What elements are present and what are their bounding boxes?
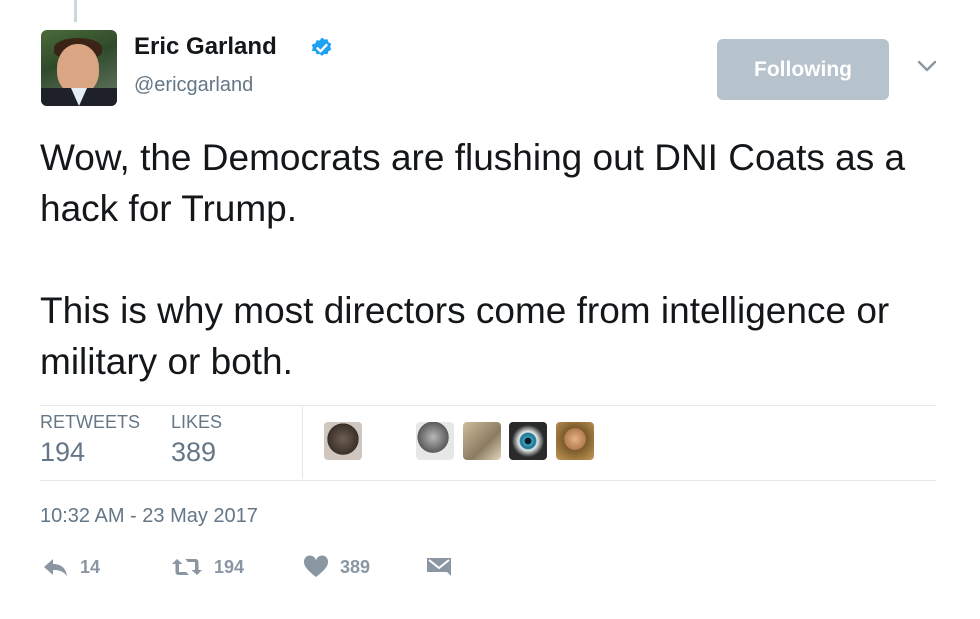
reply-icon (44, 559, 67, 576)
likes-count[interactable]: 389 (171, 437, 216, 468)
direct-message-action[interactable] (425, 555, 453, 581)
likes-label[interactable]: LIKES (171, 412, 222, 433)
verified-badge-icon (311, 37, 332, 56)
avatar-face (57, 44, 99, 94)
tweet-paragraph: This is why most directors come from int… (40, 290, 890, 382)
liker-avatar[interactable] (416, 422, 454, 460)
author-handle[interactable]: @ericgarland (134, 74, 253, 97)
retweet-icon (172, 559, 202, 575)
retweet-count: 194 (214, 556, 245, 577)
reply-count: 14 (80, 556, 101, 577)
retweets-count[interactable]: 194 (40, 437, 85, 468)
tweet-timestamp[interactable]: 10:32 AM - 23 May 2017 (40, 505, 258, 528)
tweet-paragraph: Wow, the Democrats are flushing out DNI … (40, 137, 906, 229)
heart-icon (303, 555, 329, 577)
like-action[interactable]: 389 (302, 555, 370, 579)
divider (40, 480, 936, 481)
stats-divider (302, 406, 303, 479)
tweet-text: Wow, the Democrats are flushing out DNI … (40, 132, 940, 387)
like-count: 389 (340, 556, 371, 577)
retweet-action[interactable]: 194 (170, 555, 244, 579)
liker-avatar[interactable] (324, 422, 362, 460)
liker-avatar[interactable] (509, 422, 547, 460)
retweets-label[interactable]: RETWEETS (40, 412, 140, 433)
direct-message-icon (427, 558, 451, 576)
chevron-down-icon[interactable] (915, 56, 939, 76)
following-button[interactable]: Following (717, 39, 889, 100)
liker-avatar[interactable] (556, 422, 594, 460)
divider (40, 405, 936, 406)
thread-line (74, 0, 77, 22)
liker-avatar[interactable] (463, 422, 501, 460)
author-avatar[interactable] (41, 30, 117, 106)
reply-action[interactable]: 14 (42, 555, 100, 579)
author-name[interactable]: Eric Garland (134, 33, 277, 61)
